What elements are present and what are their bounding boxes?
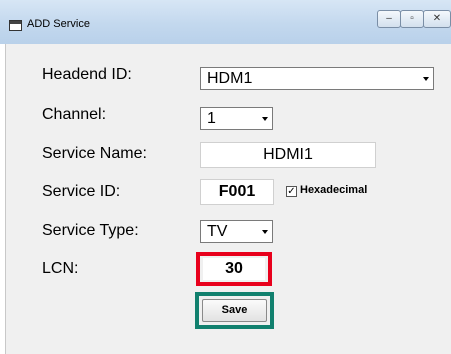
window-left-edge bbox=[0, 44, 6, 354]
minimize-button[interactable]: – bbox=[377, 10, 401, 28]
channel-value: 1 bbox=[207, 110, 216, 127]
service-name-label: Service Name: bbox=[42, 145, 147, 162]
chevron-down-icon bbox=[423, 77, 429, 81]
lcn-label: LCN: bbox=[42, 260, 79, 277]
channel-label: Channel: bbox=[42, 106, 107, 123]
title-bar[interactable]: ADD Service – ▫ ✕ bbox=[0, 0, 451, 44]
service-id-label: Service ID: bbox=[42, 183, 121, 200]
window-icon bbox=[9, 20, 22, 31]
headend-id-value: HDM1 bbox=[207, 70, 253, 87]
chevron-down-icon bbox=[262, 117, 268, 121]
close-button[interactable]: ✕ bbox=[423, 10, 451, 28]
headend-id-dropdown[interactable]: HDM1 bbox=[200, 67, 434, 90]
service-id-input[interactable]: F001 bbox=[200, 179, 274, 205]
service-type-label: Service Type: bbox=[42, 222, 139, 239]
chevron-down-icon bbox=[262, 230, 268, 234]
add-service-window: ADD Service – ▫ ✕ Headend ID: HDM1 Chann… bbox=[0, 0, 451, 354]
service-type-dropdown[interactable]: TV bbox=[200, 220, 273, 243]
headend-id-label: Headend ID: bbox=[42, 66, 132, 83]
service-type-value: TV bbox=[207, 223, 228, 240]
lcn-input[interactable]: 30 bbox=[203, 258, 265, 280]
hexadecimal-checkbox[interactable]: ✓ bbox=[286, 186, 297, 197]
window-title: ADD Service bbox=[27, 18, 90, 30]
maximize-button[interactable]: ▫ bbox=[400, 10, 424, 28]
save-button[interactable]: Save bbox=[202, 299, 267, 322]
service-name-input[interactable]: HDMI1 bbox=[200, 142, 376, 168]
hexadecimal-label: Hexadecimal bbox=[300, 184, 368, 196]
channel-dropdown[interactable]: 1 bbox=[200, 107, 273, 130]
